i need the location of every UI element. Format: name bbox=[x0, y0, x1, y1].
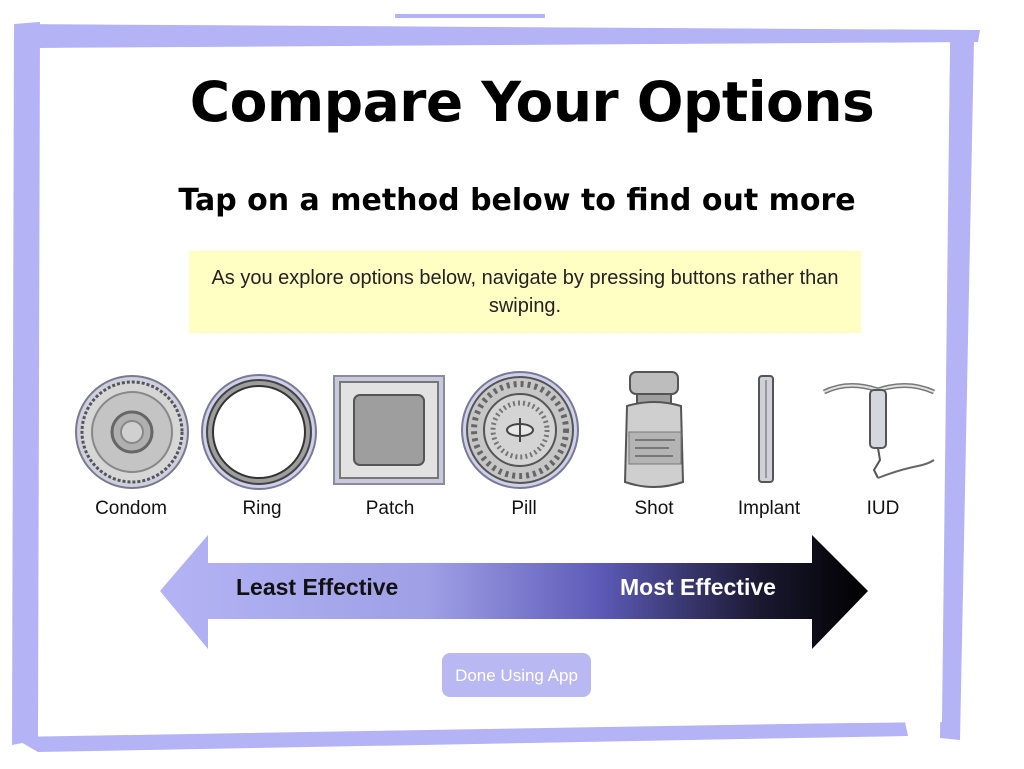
page-subtitle: Tap on a method below to find out more bbox=[178, 183, 856, 218]
method-patch[interactable]: Patch bbox=[325, 370, 455, 530]
method-iud[interactable]: IUD bbox=[818, 370, 948, 530]
iud-icon bbox=[822, 383, 936, 479]
pill-icon bbox=[461, 371, 579, 489]
implant-icon bbox=[758, 375, 774, 483]
method-label-ring: Ring bbox=[242, 498, 282, 519]
method-label-iud: IUD bbox=[866, 498, 900, 519]
most-effective-label: Most Effective bbox=[620, 574, 776, 600]
method-shot[interactable]: Shot bbox=[589, 370, 719, 530]
done-using-app-button[interactable]: Done Using App bbox=[442, 653, 591, 697]
ring-icon bbox=[201, 374, 317, 490]
patch-icon bbox=[333, 375, 445, 485]
method-pill[interactable]: Pill bbox=[458, 370, 588, 530]
method-implant[interactable]: Implant bbox=[704, 370, 834, 530]
shot-icon bbox=[623, 371, 685, 488]
method-label-pill: Pill bbox=[511, 498, 537, 519]
method-label-implant: Implant bbox=[737, 498, 801, 519]
method-condom[interactable]: Condom bbox=[70, 370, 200, 530]
least-effective-label: Least Effective bbox=[236, 574, 399, 600]
method-label-patch: Patch bbox=[365, 498, 415, 519]
method-label-shot: Shot bbox=[634, 498, 674, 519]
navigation-notice: As you explore options below, navigate b… bbox=[189, 251, 861, 333]
method-ring[interactable]: Ring bbox=[197, 370, 327, 530]
method-label-condom: Condom bbox=[95, 498, 167, 519]
condom-icon bbox=[75, 375, 189, 489]
page-title: Compare Your Options bbox=[189, 70, 875, 134]
